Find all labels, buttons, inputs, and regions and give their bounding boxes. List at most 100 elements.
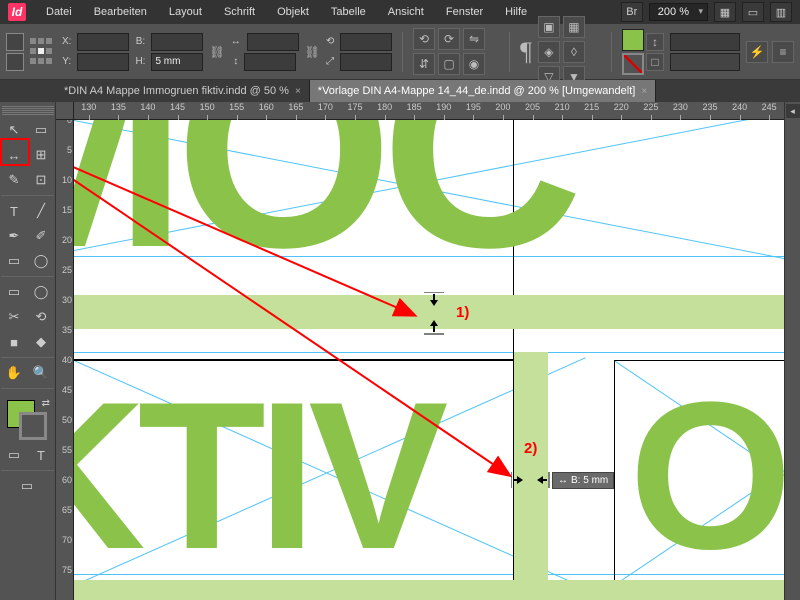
ruler-tick: 70 bbox=[56, 535, 74, 545]
swap-icon[interactable]: ⇄ bbox=[42, 398, 50, 409]
link-xy-icon[interactable]: ⛓ bbox=[209, 45, 224, 59]
menu-layout[interactable]: Layout bbox=[159, 2, 212, 22]
measure-arrows-horizontal bbox=[511, 470, 551, 490]
flip-h-icon[interactable]: ⇋ bbox=[463, 28, 485, 50]
ruler-tick: 50 bbox=[56, 415, 74, 425]
width-input[interactable] bbox=[151, 33, 203, 51]
rotate-input[interactable] bbox=[340, 33, 392, 51]
ruler-tick: 75 bbox=[56, 565, 74, 575]
rect-frame-tool[interactable]: ▭ bbox=[1, 249, 27, 273]
zoom-level-select[interactable]: 200 % bbox=[649, 3, 708, 21]
content-collector-tool[interactable]: ✎ bbox=[1, 168, 27, 192]
x-label: X: bbox=[62, 36, 71, 47]
ruler-tick: 60 bbox=[56, 475, 74, 485]
gradient-feather-tool[interactable]: ◆ bbox=[28, 330, 54, 354]
ruler-tick: 235 bbox=[695, 102, 725, 120]
type-tool[interactable]: T bbox=[1, 199, 27, 223]
stroke-box[interactable] bbox=[19, 412, 47, 440]
menu-hilfe[interactable]: Hilfe bbox=[495, 2, 537, 22]
reference-point-picker[interactable] bbox=[30, 38, 52, 66]
ruler-tick: 240 bbox=[725, 102, 755, 120]
ruler-horizontal[interactable]: 1301351401451501551601651701751801851901… bbox=[74, 102, 784, 120]
expand-panels-icon[interactable]: ◂ bbox=[786, 104, 800, 118]
hand-tool[interactable]: ✋ bbox=[1, 361, 27, 385]
doc-tab-title: *DIN A4 Mappe Immogruen fiktiv.indd @ 50… bbox=[64, 85, 289, 97]
stroke-weight-input[interactable] bbox=[670, 33, 740, 51]
x-input[interactable] bbox=[77, 33, 129, 51]
wrap-shape-icon[interactable]: ◈ bbox=[538, 41, 560, 63]
ruler-vertical[interactable]: 051015202530354045505560657075 bbox=[56, 120, 74, 600]
document-tabs: *DIN A4 Mappe Immogruen fiktiv.indd @ 50… bbox=[0, 80, 800, 102]
fill-stroke-proxy[interactable]: ⇄ bbox=[1, 396, 54, 442]
menu-fenster[interactable]: Fenster bbox=[436, 2, 493, 22]
pen-tool[interactable]: ✒ bbox=[1, 224, 27, 248]
menu-ansicht[interactable]: Ansicht bbox=[378, 2, 434, 22]
free-transform-tool[interactable]: ⟲ bbox=[28, 305, 54, 329]
menu-objekt[interactable]: Objekt bbox=[267, 2, 319, 22]
direct-selection-tool[interactable]: ▭ bbox=[28, 118, 54, 142]
y-input[interactable] bbox=[77, 53, 129, 71]
stroke-style-select[interactable] bbox=[670, 53, 740, 71]
apply-text-icon[interactable]: T bbox=[28, 443, 54, 467]
rotate-ccw-icon[interactable]: ⟲ bbox=[413, 28, 435, 50]
ruler-tick: 35 bbox=[56, 325, 74, 335]
link-scale-icon[interactable]: ⛓ bbox=[305, 45, 320, 59]
swap-fill-stroke-icon[interactable]: ↕ bbox=[646, 33, 664, 51]
gradient-swatch-tool[interactable]: ■ bbox=[1, 330, 27, 354]
rotate-cw-icon[interactable]: ⟳ bbox=[438, 28, 460, 50]
icon-mode-buttons[interactable] bbox=[6, 33, 24, 51]
h-label: H: bbox=[135, 56, 145, 67]
doc-tab-0[interactable]: *DIN A4 Mappe Immogruen fiktiv.indd @ 50… bbox=[56, 80, 310, 102]
select-container-icon[interactable]: ▢ bbox=[438, 53, 460, 75]
close-icon[interactable]: × bbox=[295, 86, 301, 97]
scale-y-input[interactable] bbox=[244, 53, 296, 71]
screen-mode-icon[interactable]: ▭ bbox=[742, 2, 764, 22]
toolbox-handle[interactable] bbox=[2, 106, 54, 116]
ruler-origin[interactable] bbox=[56, 102, 74, 120]
zoom-tool[interactable]: 🔍 bbox=[28, 361, 54, 385]
ruler-tick: 230 bbox=[666, 102, 696, 120]
wrap-none-icon[interactable]: ▣ bbox=[538, 16, 560, 38]
page-tool[interactable]: ⊞ bbox=[28, 143, 54, 167]
menu-tabelle[interactable]: Tabelle bbox=[321, 2, 376, 22]
control-menu-icon[interactable]: ≡ bbox=[772, 41, 794, 63]
ruler-tick: 180 bbox=[370, 102, 400, 120]
ellipse-frame-tool[interactable]: ◯ bbox=[28, 249, 54, 273]
select-content-icon[interactable]: ◉ bbox=[463, 53, 485, 75]
ruler-tick: 20 bbox=[56, 235, 74, 245]
ruler-tick: 225 bbox=[636, 102, 666, 120]
rect-tool[interactable]: ▭ bbox=[1, 280, 27, 304]
scissors-tool[interactable]: ✂ bbox=[1, 305, 27, 329]
stroke-swatch[interactable] bbox=[622, 53, 644, 75]
scale-x-input[interactable] bbox=[247, 33, 299, 51]
ellipse-tool[interactable]: ◯ bbox=[28, 280, 54, 304]
measurement-tooltip: ↔ B: 5 mm bbox=[552, 472, 614, 489]
ruler-tick: 150 bbox=[192, 102, 222, 120]
fill-swatch[interactable] bbox=[622, 29, 644, 51]
bridge-button[interactable]: Br bbox=[621, 2, 643, 22]
annotation-arrows bbox=[74, 120, 784, 600]
icon-mode-buttons-2[interactable] bbox=[6, 53, 24, 71]
height-input[interactable] bbox=[151, 53, 203, 71]
screen-mode-tool[interactable]: ▭ bbox=[1, 474, 53, 498]
ruler-tick: 10 bbox=[56, 175, 74, 185]
doc-tab-1[interactable]: *Vorlage DIN A4-Mappe 14_44_de.indd @ 20… bbox=[310, 80, 656, 102]
view-options-icon[interactable]: ▦ bbox=[714, 2, 736, 22]
quick-apply-icon[interactable]: ⚡ bbox=[746, 41, 768, 63]
menu-datei[interactable]: Datei bbox=[36, 2, 82, 22]
wrap-jump-icon[interactable]: ◊ bbox=[563, 41, 585, 63]
menu-schrift[interactable]: Schrift bbox=[214, 2, 265, 22]
menu-bearbeiten[interactable]: Bearbeiten bbox=[84, 2, 157, 22]
apply-color-icon[interactable]: ▭ bbox=[1, 443, 27, 467]
arrange-docs-icon[interactable]: ▥ bbox=[770, 2, 792, 22]
content-placer-tool[interactable]: ⊡ bbox=[28, 168, 54, 192]
page-canvas[interactable]: MOC KTIV OF bbox=[74, 120, 784, 600]
close-icon[interactable]: × bbox=[641, 86, 647, 97]
default-fill-stroke-icon[interactable]: □ bbox=[646, 53, 664, 71]
wrap-bound-icon[interactable]: ▦ bbox=[563, 16, 585, 38]
shear-input[interactable] bbox=[340, 53, 392, 71]
pencil-tool[interactable]: ✐ bbox=[28, 224, 54, 248]
scale-x-icon: ↔ bbox=[231, 36, 241, 47]
line-tool[interactable]: ╱ bbox=[28, 199, 54, 223]
flip-v-icon[interactable]: ⇵ bbox=[413, 53, 435, 75]
